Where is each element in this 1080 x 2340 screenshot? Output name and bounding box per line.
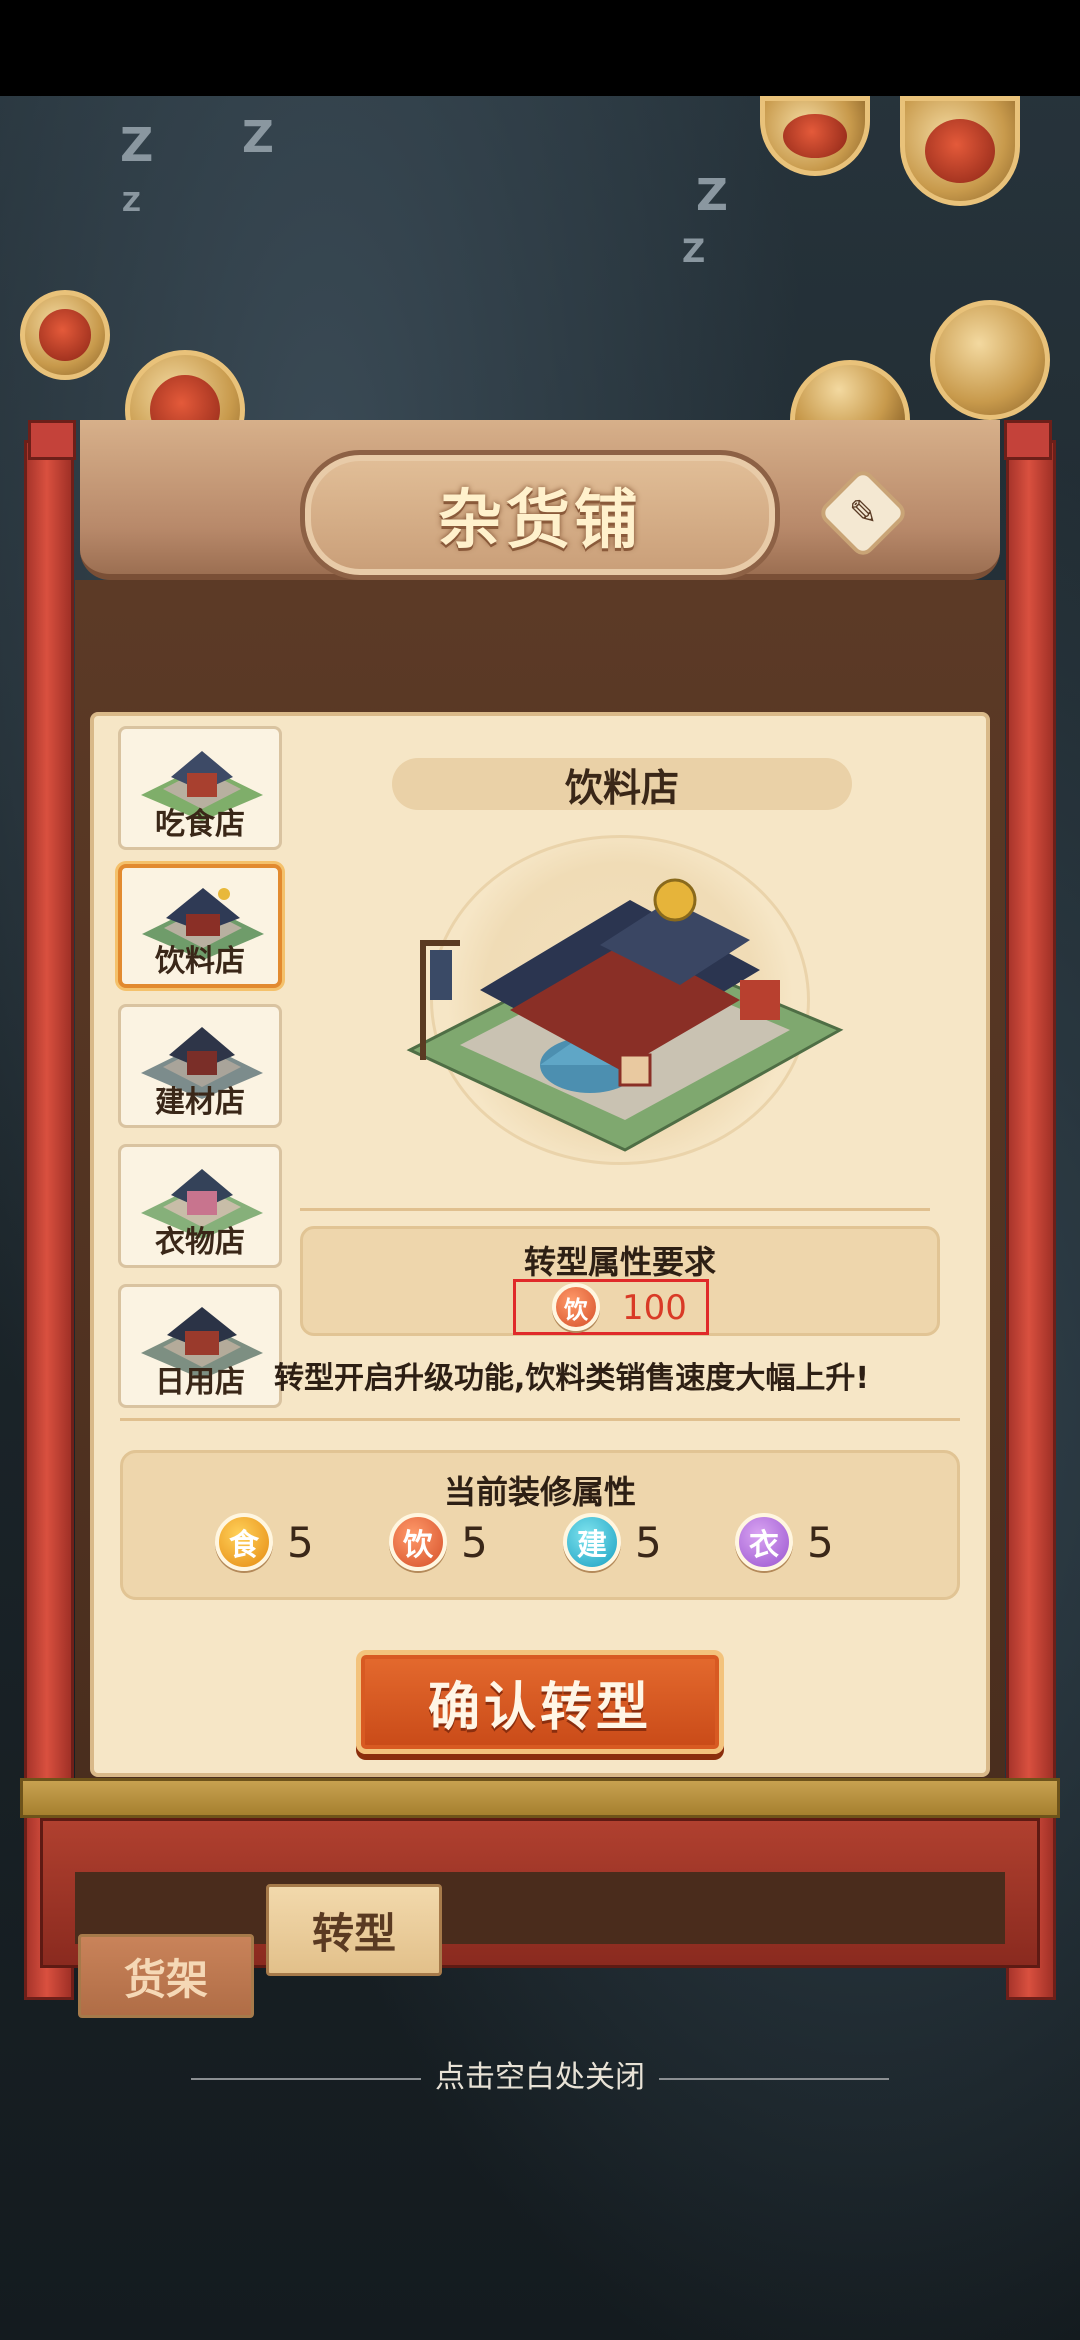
sleep-z: Z bbox=[696, 170, 728, 221]
building-attribute-icon: 建 bbox=[563, 1513, 621, 1571]
shop-option-label: 吃食店 bbox=[155, 807, 245, 842]
drink-attribute: 饮 5 bbox=[389, 1513, 488, 1571]
requirement-number: 100 bbox=[622, 1288, 687, 1328]
resource-bubble-icon[interactable] bbox=[760, 96, 870, 176]
requirement-box: 转型属性要求 饮 100 bbox=[300, 1226, 940, 1336]
post-cap bbox=[1004, 420, 1052, 460]
sleep-z: Z bbox=[682, 232, 706, 270]
drink-attribute-value: 5 bbox=[461, 1517, 488, 1567]
shop-option-label: 衣物店 bbox=[155, 1225, 245, 1260]
status-bar bbox=[0, 0, 1080, 96]
drink-attribute-icon: 饮 bbox=[552, 1283, 600, 1331]
current-attributes-box: 当前装修属性 食 5 饮 5 建 5 衣 5 bbox=[120, 1450, 960, 1600]
drink-shop-illustration bbox=[406, 878, 844, 1152]
section-divider bbox=[300, 1208, 930, 1211]
resource-bubble-icon[interactable] bbox=[900, 96, 1020, 206]
close-hint-text: 点击空白处关闭 bbox=[435, 2060, 645, 2095]
tab-shelf[interactable]: 货架 bbox=[78, 1934, 254, 2018]
coin-bubble-icon[interactable] bbox=[930, 300, 1050, 420]
shop-option-label: 饮料店 bbox=[155, 944, 245, 979]
shop-option-drink[interactable]: 饮料店 bbox=[118, 864, 282, 988]
transform-description: 转型开启升级功能,饮料类销售速度大幅上升! bbox=[274, 1361, 870, 1396]
resource-bubble-icon[interactable] bbox=[20, 290, 110, 380]
shop-option-clothing[interactable]: 衣物店 bbox=[118, 1144, 282, 1268]
tab-transform[interactable]: 转型 bbox=[266, 1884, 442, 1976]
sleep-z: Z bbox=[120, 118, 154, 172]
drink-attribute-icon: 饮 bbox=[389, 1513, 447, 1571]
food-attribute-icon: 食 bbox=[215, 1513, 273, 1571]
sleep-z: Z bbox=[122, 188, 141, 218]
shop-option-label: 日用店 bbox=[155, 1365, 245, 1400]
building-attribute: 建 5 bbox=[563, 1513, 662, 1571]
current-attributes-title: 当前装修属性 bbox=[443, 1473, 636, 1511]
hint-line bbox=[659, 2077, 889, 2080]
confirm-transform-button[interactable]: 确认转型 bbox=[356, 1650, 724, 1754]
shop-option-food[interactable]: 吃食店 bbox=[118, 726, 282, 850]
food-attribute: 食 5 bbox=[215, 1513, 314, 1571]
shop-option-daily[interactable]: 日用店 bbox=[118, 1284, 282, 1408]
requirement-title: 转型属性要求 bbox=[523, 1243, 716, 1281]
stall-right-post bbox=[1006, 440, 1056, 2000]
hint-line bbox=[191, 2077, 421, 2080]
section-divider bbox=[120, 1418, 960, 1421]
sleep-z: Z bbox=[242, 112, 274, 163]
pencil-icon: ✎ bbox=[848, 493, 878, 533]
shop-option-building[interactable]: 建材店 bbox=[118, 1004, 282, 1128]
close-hint[interactable]: 点击空白处关闭 bbox=[0, 2052, 1080, 2096]
clothing-attribute: 衣 5 bbox=[735, 1513, 834, 1571]
selected-shop-name: 饮料店 bbox=[392, 758, 852, 810]
clothing-attribute-value: 5 bbox=[807, 1517, 834, 1567]
stall-left-post bbox=[24, 440, 74, 2000]
building-attribute-value: 5 bbox=[635, 1517, 662, 1567]
page-title: 杂货铺 bbox=[438, 484, 642, 558]
post-cap bbox=[28, 420, 76, 460]
food-attribute-value: 5 bbox=[287, 1517, 314, 1567]
title-plate: 杂货铺 bbox=[300, 450, 780, 580]
stall-counter-top bbox=[20, 1778, 1060, 1818]
shop-option-label: 建材店 bbox=[155, 1085, 245, 1120]
requirement-value: 饮 100 bbox=[513, 1279, 709, 1335]
clothing-attribute-icon: 衣 bbox=[735, 1513, 793, 1571]
